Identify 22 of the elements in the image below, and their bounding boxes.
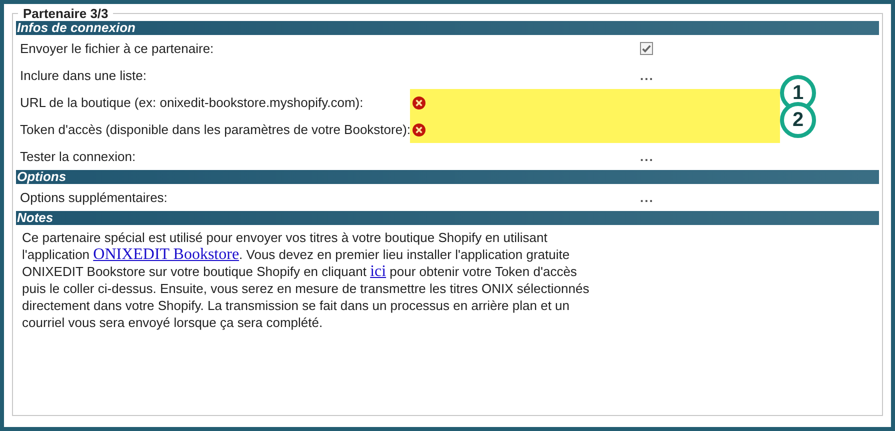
field-label: Inclure dans une liste: — [19, 68, 148, 83]
field-label: Token d'accès (disponible dans les paramètres de votre Bookstore): — [19, 122, 410, 137]
field-label: Options supplémentaires: — [19, 190, 168, 205]
link[interactable]: ici — [370, 263, 386, 280]
more-button[interactable]: ... — [640, 149, 654, 164]
panel-legend: Partenaire 3/3 — [18, 6, 114, 21]
callout-badge: 2 — [780, 102, 816, 138]
section-header: Notes — [16, 211, 879, 225]
section-header: Options — [16, 170, 879, 184]
section-header: Infos de connexion — [16, 21, 879, 35]
notes-text: Ce partenaire spécial est utilisé pour envoyer vos titres à votre boutique Shopify en utilisant l'application ONIXEDIT Bookstore. Vous devez en premier lieu installer l'application gratuite ONIXEDIT Bookstore sur votre boutique Shopify en cliquant ici pour obtenir votre Token d'accès puis le coller ci-dessus. Ensuite, vous serez en mesure de transmettre les titres ONIX sélectionnés directement dans votre Shopify. La transmission se fait dans un processus en arrière plan et un courriel vous sera envoyé lorsque ça sera complété. — [22, 229, 590, 331]
field-label: Envoyer le fichier à ce partenaire: — [19, 41, 215, 56]
input-field[interactable] — [410, 89, 780, 116]
link[interactable]: ONIXEDIT Bookstore — [93, 246, 240, 263]
field-label: URL de la boutique (ex: onixedit-bookstore.myshopify.com): — [19, 95, 364, 110]
error-icon — [412, 122, 426, 136]
input-field[interactable] — [410, 116, 780, 143]
error-icon — [412, 96, 426, 110]
more-button[interactable]: ... — [640, 68, 654, 83]
more-button[interactable]: ... — [640, 190, 654, 205]
field-label: Tester la connexion: — [19, 149, 137, 164]
checkbox[interactable] — [640, 42, 653, 55]
